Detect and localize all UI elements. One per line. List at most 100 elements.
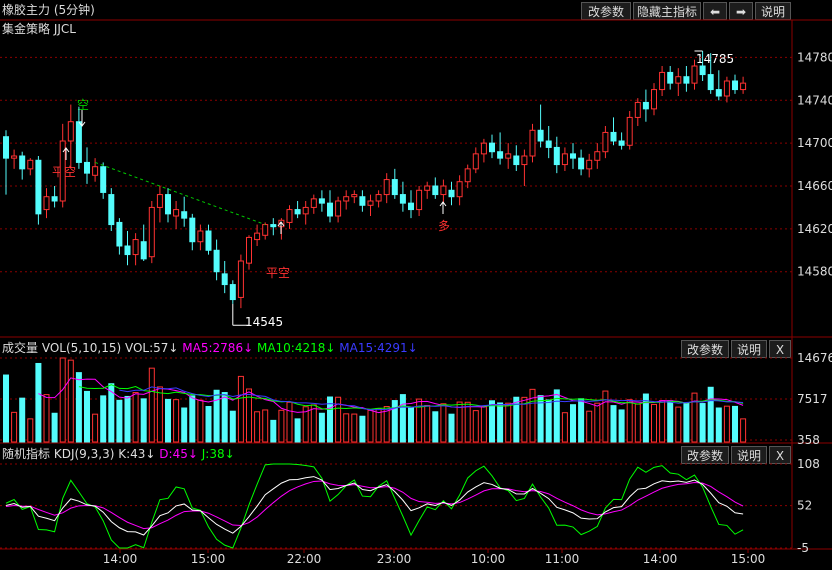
time-tick-label: 15:00 <box>731 552 766 566</box>
volume-bar <box>140 398 147 443</box>
candle-body <box>173 209 180 217</box>
volume-bar <box>699 403 706 443</box>
volume-bar <box>221 392 228 443</box>
candle-body <box>132 239 139 256</box>
candle-body <box>246 236 252 264</box>
candle-body <box>505 153 512 159</box>
candle-body <box>19 155 26 170</box>
candle-body <box>165 194 171 215</box>
volume-bar <box>254 411 261 443</box>
volume-bar <box>408 406 414 443</box>
volume-bar <box>19 397 26 443</box>
volume-bar <box>84 390 90 443</box>
candle-body <box>327 202 333 217</box>
candle-body <box>707 74 714 91</box>
candle-body <box>497 151 504 159</box>
candle-body <box>197 230 204 243</box>
time-tick-label: 15:00 <box>191 552 226 566</box>
volume-bar <box>165 398 171 443</box>
volume-bar <box>440 403 447 443</box>
volume-bar <box>602 390 609 443</box>
volume-bar <box>173 399 180 443</box>
time-tick-label: 23:00 <box>377 552 412 566</box>
candle-body <box>100 166 107 193</box>
volume-tick-label: 358 <box>797 433 820 447</box>
candle-body <box>84 161 90 174</box>
kdj-d-line <box>5 480 744 530</box>
volume-bar <box>262 409 269 443</box>
volume-bar <box>67 359 74 443</box>
volume-bar <box>634 403 641 443</box>
candle-body <box>75 121 82 163</box>
candle-body <box>456 181 463 198</box>
volume-bar <box>35 362 42 443</box>
candle-body <box>213 249 220 273</box>
candle-body <box>634 101 641 118</box>
volume-bar <box>497 402 504 443</box>
volume-bar <box>181 407 188 443</box>
candle-body <box>521 155 528 166</box>
candle-body <box>383 179 390 196</box>
volume-bar <box>594 402 601 443</box>
candle-body <box>294 209 301 215</box>
candle-body <box>108 194 115 226</box>
candle-body <box>229 284 236 301</box>
volume-bar <box>359 415 366 443</box>
candle-body <box>254 232 261 241</box>
volume-bar <box>318 412 325 443</box>
candle-body <box>586 159 593 170</box>
candle-body <box>375 194 382 202</box>
time-tick-label: 22:00 <box>287 552 322 566</box>
candle-body <box>675 76 682 84</box>
candle-body <box>205 230 212 251</box>
candle-body <box>723 80 730 97</box>
candle-body <box>529 129 536 157</box>
candle-body <box>715 89 722 97</box>
candle-body <box>310 198 317 208</box>
candle-body <box>464 168 471 183</box>
candle-body <box>416 189 423 211</box>
price-tick-label: 14780 <box>797 50 832 64</box>
candle-body <box>489 142 495 153</box>
candle-body <box>513 155 520 166</box>
kdj-tick-label: -5 <box>797 541 809 555</box>
volume-bar <box>545 399 552 443</box>
volume-bar <box>270 419 277 443</box>
candle-body <box>148 206 155 258</box>
candle-body <box>124 245 131 256</box>
volume-bar <box>432 411 439 443</box>
volume-bar <box>505 402 512 443</box>
candle-body <box>642 101 649 110</box>
volume-bar <box>132 392 139 443</box>
volume-bar <box>367 409 374 443</box>
volume-bar <box>448 413 455 443</box>
trend-line <box>94 161 266 226</box>
candle-body <box>189 217 196 243</box>
volume-bar <box>618 409 625 443</box>
candle-body <box>667 71 674 84</box>
candle-body <box>594 151 601 161</box>
chart-canvas: 14780 14740 14700 14660 14620 14580 14:00 15:00… <box>0 19 832 566</box>
candle-body <box>440 185 447 196</box>
candle-body <box>270 224 277 228</box>
volume-bar <box>424 404 431 443</box>
candle-body <box>651 89 657 110</box>
candle-body <box>335 200 342 217</box>
candle-body <box>221 273 228 286</box>
candle-body <box>399 194 406 204</box>
volume-bar <box>75 372 82 443</box>
candle-body <box>156 194 163 208</box>
volume-bar <box>278 409 285 443</box>
candle-body <box>351 194 358 198</box>
candle-body <box>343 196 350 202</box>
volume-bar <box>715 407 722 443</box>
volume-bar <box>43 394 50 443</box>
candle-body <box>626 116 633 146</box>
time-tick-label: 14:00 <box>643 552 678 566</box>
volume-bar <box>237 375 244 443</box>
volume-bar <box>578 398 585 443</box>
volume-bar <box>667 400 674 443</box>
volume-bar <box>683 402 690 443</box>
time-tick-label: 11:00 <box>545 552 580 566</box>
volume-bar <box>148 367 155 443</box>
